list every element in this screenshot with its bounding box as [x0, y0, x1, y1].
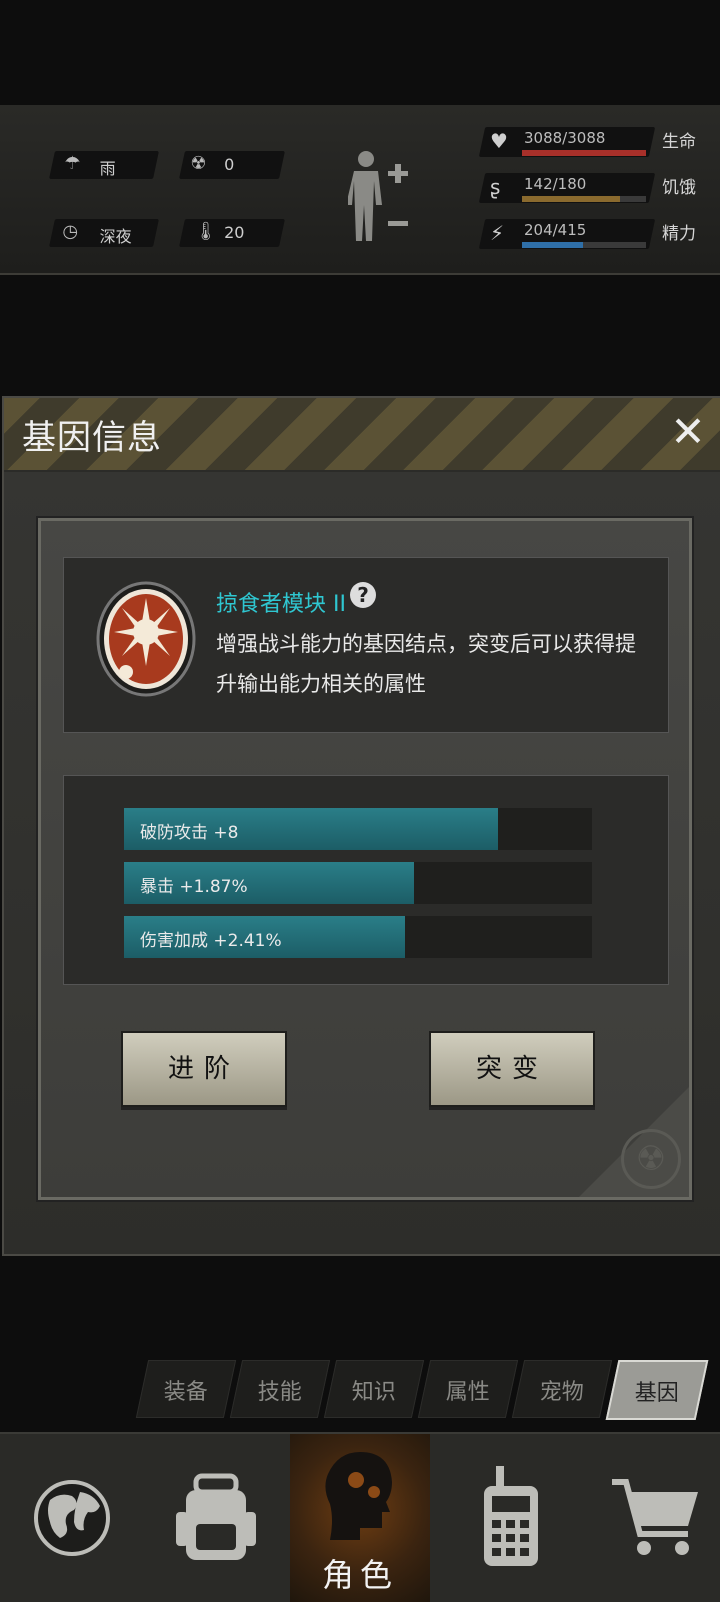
stat-row: 暴击 +1.87%: [124, 862, 592, 904]
tab-label: 宠物: [539, 1380, 584, 1405]
hunger-bar: [522, 196, 620, 202]
clock-icon: ◷: [62, 221, 79, 242]
help-icon[interactable]: ?: [350, 582, 376, 608]
gene-summary-box: 掠食者模块 II ? 增强战斗能力的基因结点，突变后可以获得提升输出能力相关的属…: [63, 557, 669, 733]
gene-info-dialog: 基因信息 ✕ 掠食者模块 II ? 增强战斗能力的基因结点，突变后可以获得提升输…: [2, 396, 720, 1256]
gene-name: 掠食者模块 II: [216, 592, 346, 617]
tab-genes[interactable]: 基因: [605, 1360, 709, 1420]
time-text: 深夜: [99, 227, 132, 246]
tab-equipment[interactable]: 装备: [135, 1360, 237, 1418]
tab-label: 技能: [257, 1380, 302, 1405]
hunger-bar-track: [522, 196, 646, 202]
radiation-icon: ☢: [190, 153, 207, 174]
nav-radio[interactable]: [440, 1434, 584, 1602]
head-bolt-icon: ⚡: [490, 221, 505, 245]
energy-bar: [522, 242, 583, 248]
cart-icon: [612, 1479, 698, 1555]
gene-description: 增强战斗能力的基因结点，突变后可以获得提升输出能力相关的属性: [216, 632, 636, 696]
body-status-icon[interactable]: [348, 147, 412, 255]
character-subtabs: 装备 技能 知识 属性 宠物 基因: [130, 1360, 710, 1420]
tab-label: 知识: [351, 1380, 396, 1405]
gene-stats-box: 破防攻击 +8 暴击 +1.87% 伤害加成 +2.41%: [63, 775, 669, 985]
walkie-talkie-icon: [484, 1466, 538, 1566]
hp-bar: [522, 150, 646, 156]
tab-label: 装备: [163, 1380, 208, 1405]
stat-text: 破防攻击 +8: [140, 823, 239, 843]
advance-button[interactable]: 进阶: [121, 1031, 287, 1107]
nav-backpack[interactable]: [144, 1434, 288, 1602]
stat-row: 破防攻击 +8: [124, 808, 592, 850]
rain-cloud-icon: ☂: [64, 153, 81, 174]
dialog-header: 基因信息 ✕: [4, 398, 720, 472]
stomach-icon: ʂ: [490, 175, 501, 199]
tab-knowledge[interactable]: 知识: [323, 1360, 425, 1418]
backpack-icon: [176, 1473, 256, 1560]
tab-skills[interactable]: 技能: [229, 1360, 331, 1418]
radiation-text: 0: [224, 155, 235, 174]
temperature-pill: 🌡 20: [179, 219, 285, 247]
dialog-title: 基因信息: [22, 418, 162, 458]
temperature-text: 20: [224, 223, 245, 242]
thermometer-icon: 🌡: [194, 221, 218, 242]
hp-label: 生命: [662, 132, 696, 152]
radiation-watermark-icon: ☢: [621, 1129, 681, 1189]
hp-bar-track: [522, 150, 646, 156]
nav-character-label: 角色: [321, 1556, 398, 1594]
energy-bar-track: [522, 242, 646, 248]
bottom-nav: 角色: [0, 1432, 720, 1602]
hunger-value: 142/180: [524, 175, 587, 193]
weather-pill: ☂ 雨: [49, 151, 159, 179]
status-bar: ☂ 雨 ☢ 0 ◷ 深夜 🌡 20 ♥ 3088/3088 生命 ʂ 142/1…: [0, 105, 720, 275]
time-pill: ◷ 深夜: [49, 219, 159, 247]
predator-gene-icon: [96, 581, 196, 697]
nav-shop[interactable]: [584, 1434, 720, 1602]
character-icon: [325, 1452, 392, 1540]
nav-character[interactable]: 角色: [290, 1434, 430, 1602]
globe-icon: [34, 1480, 110, 1556]
mutate-button[interactable]: 突变: [429, 1031, 595, 1107]
energy-label: 精力: [662, 224, 696, 244]
tab-pets[interactable]: 宠物: [511, 1360, 613, 1418]
radiation-pill: ☢ 0: [179, 151, 285, 179]
tab-label: 基因: [634, 1381, 679, 1406]
tab-label: 属性: [445, 1380, 490, 1405]
gene-detail-panel: 掠食者模块 II ? 增强战斗能力的基因结点，突变后可以获得提升输出能力相关的属…: [38, 518, 692, 1200]
hunger-label: 饥饿: [662, 178, 696, 198]
weather-text: 雨: [99, 159, 116, 178]
stat-row: 伤害加成 +2.41%: [124, 916, 592, 958]
stat-text: 暴击 +1.87%: [140, 877, 248, 897]
stat-text: 伤害加成 +2.41%: [140, 931, 282, 951]
tab-attributes[interactable]: 属性: [417, 1360, 519, 1418]
energy-value: 204/415: [524, 221, 587, 239]
hp-value: 3088/3088: [524, 129, 606, 147]
nav-world[interactable]: [0, 1434, 144, 1602]
close-button[interactable]: ✕: [668, 411, 708, 453]
heart-icon: ♥: [490, 129, 508, 153]
